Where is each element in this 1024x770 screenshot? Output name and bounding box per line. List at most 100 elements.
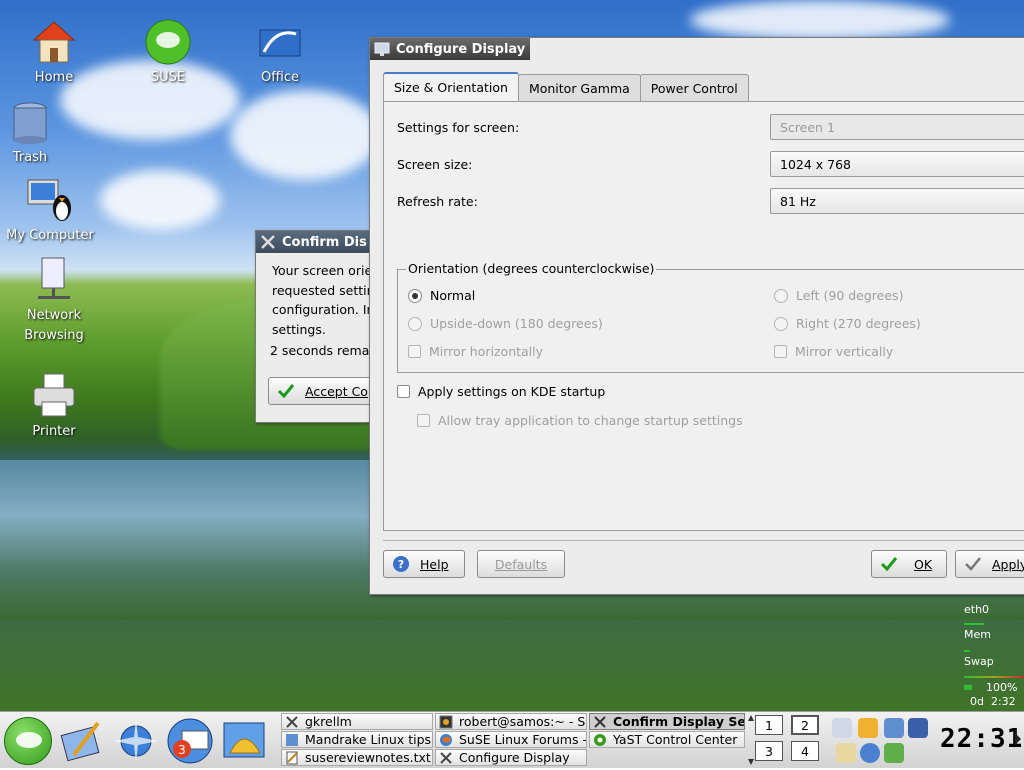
- task-susereviewnotes[interactable]: susereviewnotes.txt: [281, 749, 433, 766]
- task-label: Configure Display: [459, 750, 570, 765]
- check-icon: [965, 557, 981, 571]
- task-suse-forums[interactable]: SuSE Linux Forums -: [435, 731, 587, 748]
- checkbox-apply-on-startup[interactable]: Apply settings on KDE startup: [397, 384, 605, 399]
- refresh-rate-select[interactable]: 81 Hz: [770, 188, 1024, 214]
- clock[interactable]: 22:31: [940, 724, 1023, 754]
- confirm-message-line: Your screen orie: [272, 263, 373, 278]
- launcher-browser[interactable]: [112, 717, 160, 765]
- checkbox-mirror-horizontally: Mirror horizontally: [408, 344, 543, 359]
- tab-power-control[interactable]: Power Control: [639, 74, 749, 101]
- k-menu-suse-button[interactable]: [4, 717, 52, 765]
- configure-display-titlebar[interactable]: Configure Display: [370, 38, 530, 60]
- desktop-icon-printer[interactable]: Printer: [6, 372, 102, 442]
- desktop-icon-label: Office: [261, 70, 299, 85]
- orientation-group-title: Orientation (degrees counterclockwise): [406, 261, 657, 276]
- suse-logo-icon: [144, 18, 192, 66]
- taskbar-scroll-arrows[interactable]: [748, 713, 754, 767]
- ok-button[interactable]: OK: [871, 550, 947, 578]
- svg-text:?: ?: [398, 558, 404, 571]
- klipper-icon[interactable]: [836, 743, 856, 763]
- task-label: robert@samos:~ - Sh: [459, 714, 587, 729]
- suse-chameleon-icon: [16, 732, 42, 748]
- scroll-arrows-icon: [748, 715, 754, 765]
- pager-desktop-1[interactable]: 1: [755, 715, 783, 735]
- radio-normal[interactable]: Normal: [408, 288, 475, 303]
- apply-on-startup-label: Apply settings on KDE startup: [418, 384, 606, 399]
- tab-monitor-gamma[interactable]: Monitor Gamma: [517, 74, 641, 101]
- radio-upside-down: Upside-down (180 degrees): [408, 316, 603, 331]
- volume-icon[interactable]: [884, 718, 904, 738]
- eth0-meter: [964, 623, 984, 625]
- configure-display-title: Configure Display: [396, 41, 526, 57]
- task-yast[interactable]: YaST Control Center: [589, 731, 745, 748]
- tab-size-orientation[interactable]: Size & Orientation: [383, 72, 519, 101]
- desktop-icon-home[interactable]: Home: [6, 18, 102, 88]
- configure-display-window: Configure Display Size & Orientation Mon…: [369, 37, 1024, 595]
- radio-button: [408, 316, 422, 331]
- help-button[interactable]: ? Help: [383, 550, 465, 578]
- desktop-icon-office[interactable]: Office: [232, 18, 328, 88]
- task-confirm-display[interactable]: Confirm Display Se: [589, 713, 745, 730]
- updater-tray-icon[interactable]: [858, 718, 878, 738]
- desktop-icon-trash[interactable]: Trash: [0, 98, 78, 168]
- desktop-icon-label: Trash: [12, 150, 48, 165]
- checkbox-mirror-vertically: Mirror vertically: [774, 344, 893, 359]
- desktop-icon-suse[interactable]: SUSE: [120, 18, 216, 88]
- task-label: Mandrake Linux tips: [305, 732, 432, 747]
- size-orientation-panel: Settings for screen: Screen 1 Screen siz…: [383, 101, 1024, 531]
- desktop-icon-my-computer[interactable]: My Computer: [2, 176, 98, 246]
- allow-tray-label: Allow tray application to change startup…: [438, 413, 743, 428]
- x-window-icon: [440, 751, 452, 764]
- radio-button[interactable]: [408, 288, 422, 303]
- desktop-icon-label: My Computer: [6, 228, 94, 243]
- screen-size-label: Screen size:: [397, 157, 473, 172]
- info-tray-icon[interactable]: [860, 743, 880, 763]
- task-gkrellm[interactable]: gkrellm: [281, 713, 433, 730]
- battery-icon: [964, 685, 972, 690]
- task-label: Confirm Display Se: [613, 714, 745, 729]
- launcher-mail[interactable]: 3: [166, 717, 214, 765]
- help-icon: ?: [393, 556, 409, 572]
- desktop-icon-network[interactable]: Network Browsing: [6, 256, 102, 346]
- confirm-message-line: configuration. In: [272, 302, 375, 317]
- office-icon: [256, 18, 304, 66]
- confirm-message-line: requested settin: [272, 282, 375, 298]
- task-terminal[interactable]: robert@samos:~ - Sh: [435, 713, 587, 730]
- task-mandrake-tips[interactable]: Mandrake Linux tips: [281, 731, 433, 748]
- radio-normal-label: Normal: [430, 288, 476, 303]
- radio-button: [774, 316, 788, 331]
- confirm-dialog-title: Confirm Dis: [282, 234, 367, 250]
- screen-size-select[interactable]: 1024 x 768: [770, 151, 1024, 177]
- display-tray-icon[interactable]: [908, 718, 928, 738]
- check-icon: [880, 557, 898, 572]
- radio-right: Right (270 degrees): [774, 316, 921, 331]
- taskbar: 3 gkrellm Mandrake Linux tips susereview…: [0, 711, 1024, 768]
- printer-icon: [30, 372, 78, 420]
- pager-desktop-2[interactable]: 2: [791, 715, 819, 735]
- confirm-display-dialog: Confirm Dis Your screen orie requested s…: [255, 230, 398, 423]
- radio-right-label: Right (270 degrees): [796, 316, 921, 331]
- confirm-dialog-titlebar[interactable]: Confirm Dis: [256, 231, 384, 253]
- mem-label: Mem: [964, 628, 991, 641]
- confirm-message-line: settings.: [272, 321, 326, 337]
- mem-meter: [964, 650, 970, 652]
- globe-icon: [114, 719, 158, 763]
- trash-icon: [6, 98, 54, 146]
- swap-meter: [964, 676, 1024, 678]
- launcher-editor[interactable]: [58, 717, 106, 765]
- apply-button[interactable]: Apply: [955, 550, 1024, 578]
- yast-icon: [594, 733, 606, 746]
- desktop-icon-label: Network Browsing: [24, 308, 84, 343]
- x-window-icon: [594, 715, 606, 728]
- network-tray-icon[interactable]: [832, 718, 852, 738]
- system-monitor: eth0 Mem Swap 100% 0d 2:32: [960, 601, 1024, 711]
- network-icon: [30, 256, 78, 304]
- battery-tray-icon[interactable]: [884, 743, 904, 763]
- pager-desktop-3[interactable]: 3: [755, 741, 783, 761]
- panel-hide-arrow-icon[interactable]: [1014, 732, 1022, 749]
- checkbox[interactable]: [397, 385, 410, 398]
- pager-desktop-4[interactable]: 4: [791, 741, 819, 761]
- task-configure-display[interactable]: Configure Display: [435, 749, 587, 766]
- launcher-desktop[interactable]: [220, 717, 268, 765]
- confirm-countdown: 2 seconds remai: [270, 343, 373, 358]
